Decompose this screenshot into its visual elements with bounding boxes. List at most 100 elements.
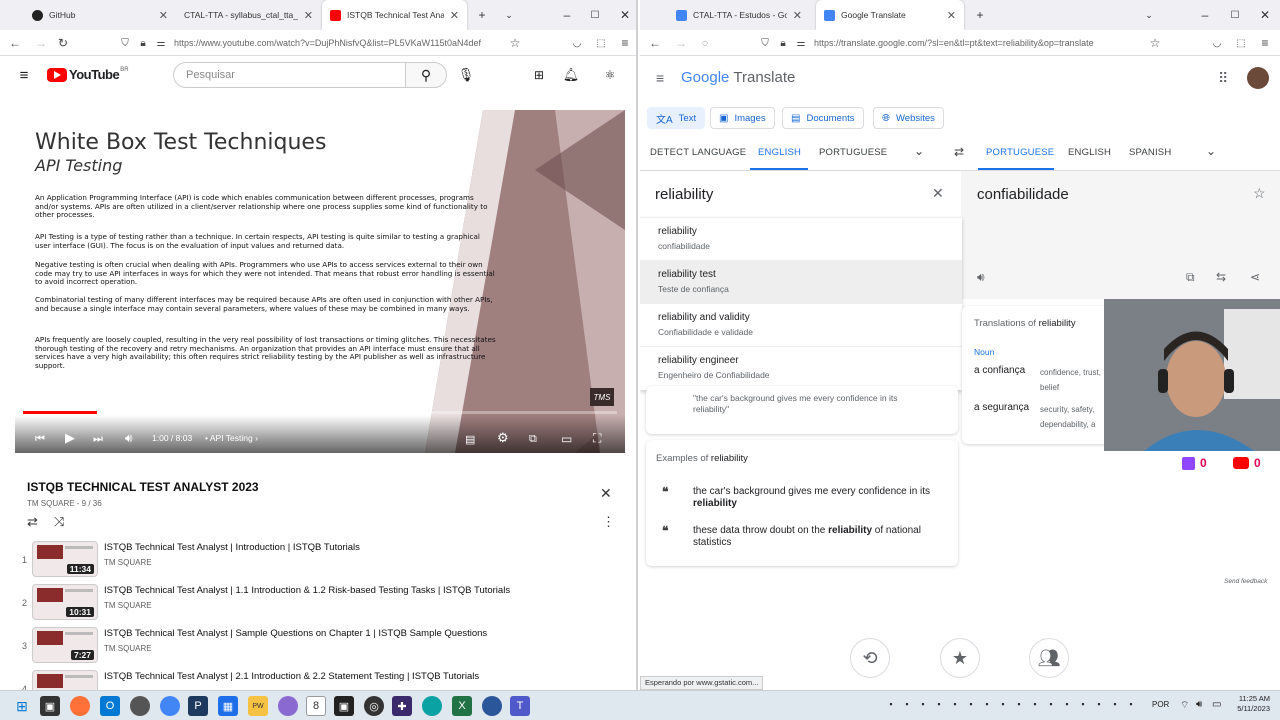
close-tab-icon[interactable]: ✕ [159, 9, 168, 22]
miniplayer-icon[interactable]: ⧉ [529, 433, 537, 446]
shield-icon[interactable]: ⛉ [116, 30, 134, 56]
menu-icon[interactable]: ≡ [616, 30, 634, 56]
volume-icon[interactable]: 🔊︎ [125, 431, 133, 446]
tray-icon[interactable]: ▪ [1094, 699, 1104, 711]
new-tab-icon[interactable]: + [972, 0, 988, 30]
source-lang-english[interactable]: ENGLISH [758, 147, 801, 158]
chapter-label[interactable]: • API Testing › [205, 433, 258, 443]
source-lang-portuguese[interactable]: PORTUGUESE [819, 147, 887, 158]
clear-text-icon[interactable]: ✕ [932, 185, 944, 202]
close-playlist-icon[interactable]: ✕ [600, 485, 612, 502]
channel-name[interactable]: TM SQUARE [104, 644, 152, 653]
tray-icon[interactable]: ▪ [886, 699, 896, 711]
channel-name[interactable]: TM SQUARE [104, 558, 152, 567]
tray-icon[interactable]: ▪ [1078, 699, 1088, 711]
save-star-icon[interactable]: ☆ [1253, 185, 1266, 202]
subtitles-icon[interactable]: ▤ [465, 433, 475, 446]
pycharm-icon[interactable]: P [188, 696, 208, 716]
translation-term[interactable]: a segurança [974, 402, 1029, 413]
saved-button[interactable]: ★ [940, 638, 980, 678]
terminal-icon[interactable]: ▣ [334, 696, 354, 716]
minimize-icon[interactable]: – [560, 0, 574, 30]
chevron-down-icon[interactable]: ⌄ [914, 144, 924, 158]
firefox-icon[interactable] [70, 696, 90, 716]
source-lang-detect[interactable]: DETECT LANGUAGE [650, 147, 746, 158]
obs-icon[interactable] [130, 696, 150, 716]
tab-syllabus[interactable]: CTAL-TTA - syllabus_ctal_tta_4.0br.p ✕ [176, 0, 321, 30]
notifications-bell-icon[interactable]: 🔔︎ [562, 66, 580, 84]
excel-icon[interactable]: X [452, 696, 472, 716]
copy-icon[interactable]: ⧉ [1186, 270, 1195, 285]
pdf-reader-icon[interactable]: PW [248, 696, 268, 716]
bookmark-star-icon[interactable]: ☆ [506, 30, 524, 56]
new-tab-icon[interactable]: + [474, 0, 490, 30]
notes-icon[interactable]: 8 [306, 696, 326, 716]
avatar[interactable] [1247, 67, 1269, 89]
pocket-icon[interactable]: ◡ [1208, 30, 1226, 56]
tray-icon[interactable]: ▪ [1014, 699, 1024, 711]
github-desktop-icon[interactable]: ◎ [364, 696, 384, 716]
shuffle-icon[interactable]: ⤨ [54, 514, 64, 530]
rate-translation-icon[interactable]: ⇆ [1216, 270, 1226, 284]
swap-languages-icon[interactable]: ⇄ [954, 145, 964, 159]
extensions-icon[interactable]: ⬚ [592, 30, 610, 56]
address-bar[interactable]: https://www.youtube.com/watch?v=DujPhNis… [174, 34, 504, 52]
mode-documents-button[interactable]: ▤ Documents [782, 107, 864, 129]
tray-icon[interactable]: ▪ [966, 699, 976, 711]
outlook-icon[interactable]: O [100, 696, 120, 716]
tray-icon[interactable]: ▪ [982, 699, 992, 711]
close-window-icon[interactable]: ✕ [618, 0, 632, 30]
suggestion-item[interactable]: reliability engineer Engenheiro de Confia… [640, 347, 962, 390]
playlist-item[interactable]: 3 7:27 ISTQB Technical Test Analyst | Sa… [22, 627, 622, 667]
contribute-button[interactable]: 👥︎ [1029, 638, 1069, 678]
suggestion-item[interactable]: reliability and validity Confiabilidade e… [640, 304, 962, 347]
tray-icon[interactable]: ▪ [950, 699, 960, 711]
tab-google-docs[interactable]: CTAL-TTA - Estudos - Google Do ✕ [668, 0, 810, 30]
video-title[interactable]: ISTQB Technical Test Analyst | Sample Qu… [104, 628, 487, 639]
create-video-icon[interactable]: ⊞ [530, 66, 548, 84]
video-title[interactable]: ISTQB Technical Test Analyst | Introduct… [104, 542, 360, 553]
fullscreen-icon[interactable]: ⛶ [593, 431, 601, 446]
apps-grid-icon[interactable]: ⠿ [1218, 70, 1228, 87]
google-translate-logo[interactable]: Google Translate [681, 69, 795, 86]
extensions-icon[interactable]: ⬚ [1232, 30, 1250, 56]
send-feedback-link[interactable]: Send feedback [1224, 578, 1267, 585]
wifi-icon[interactable]: ⌔ [1180, 699, 1189, 712]
app-icon[interactable] [278, 696, 298, 716]
back-icon[interactable]: ← [646, 30, 664, 56]
page-settings-icon[interactable]: ⚌ [792, 30, 810, 56]
tray-icon[interactable]: ▪ [998, 699, 1008, 711]
reload-icon[interactable]: ↻ [54, 30, 72, 56]
tab-list-chevron-icon[interactable]: ⌄ [1142, 0, 1156, 30]
history-button[interactable]: ⟲ [850, 638, 890, 678]
clock[interactable]: 11:25 AM 5/11/2023 [1226, 694, 1270, 714]
hamburger-menu-icon[interactable]: ≡ [14, 66, 34, 84]
previous-icon[interactable]: ⏮ [35, 433, 45, 446]
mode-images-button[interactable]: ▣ Images [710, 107, 775, 129]
video-title[interactable]: ISTQB Technical Test Analyst | 2.1 Intro… [104, 671, 479, 682]
volume-tray-icon[interactable]: 🔊︎ [1196, 699, 1202, 710]
close-window-icon[interactable]: ✕ [1258, 0, 1272, 30]
close-tab-icon[interactable]: ✕ [450, 9, 459, 22]
tab-list-chevron-icon[interactable]: ⌄ [502, 0, 516, 30]
forward-icon[interactable]: → [672, 30, 690, 56]
playlist-item[interactable]: 4 ISTQB Technical Test Analyst | 2.1 Int… [22, 670, 622, 690]
visual-studio-icon[interactable]: ✚ [392, 696, 412, 716]
play-icon[interactable]: ▶ [65, 430, 75, 446]
chevron-down-icon[interactable]: ⌄ [1206, 144, 1216, 158]
playlist-title[interactable]: ISTQB TECHNICAL TEST ANALYST 2023 [27, 480, 259, 494]
bookmark-star-icon[interactable]: ☆ [1146, 30, 1164, 56]
video-player[interactable]: White Box Test Techniques API Testing An… [15, 110, 625, 453]
channel-name[interactable]: TM SQUARE [104, 601, 152, 610]
close-tab-icon[interactable]: ✕ [947, 9, 956, 22]
playlist-item[interactable]: 2 10:31 ISTQB Technical Test Analyst | 1… [22, 584, 622, 624]
tray-icon[interactable]: ▪ [1062, 699, 1072, 711]
tray-icon[interactable]: ▪ [1110, 699, 1120, 711]
close-tab-icon[interactable]: ✕ [793, 9, 802, 22]
page-settings-icon[interactable]: ⚌ [152, 30, 170, 56]
input-language[interactable]: POR [1152, 700, 1169, 709]
loop-icon[interactable]: ⇄ [27, 514, 38, 530]
menu-icon[interactable]: ≡ [1256, 30, 1274, 56]
network-app-icon[interactable] [482, 696, 502, 716]
windows-start-icon[interactable]: ⊞ [12, 696, 32, 716]
